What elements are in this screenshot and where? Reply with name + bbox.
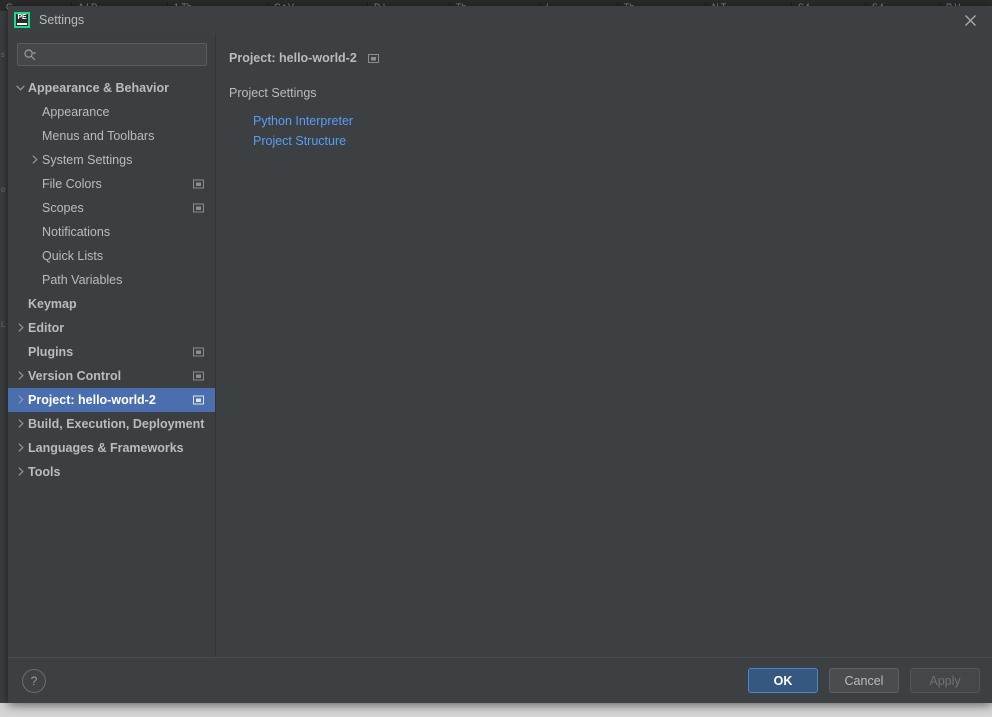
sidebar-item-menus-and-toolbars[interactable]: Menus and Toolbars [8,124,215,148]
sidebar-item-appearance[interactable]: Appearance [8,100,215,124]
sidebar-item-project-hello-world-2[interactable]: Project: hello-world-2 [8,388,215,412]
dialog-body: Appearance & Behavior Appearance Menus and… [8,34,992,657]
dialog-footer: ? OK Cancel Apply [8,657,992,703]
sidebar-item-version-control[interactable]: Version Control [8,364,215,388]
close-icon[interactable] [948,6,992,34]
chevron-right-icon[interactable] [28,155,42,165]
page-title: Project: hello-world-2 [229,51,357,65]
sidebar-item-system-settings[interactable]: System Settings [8,148,215,172]
sidebar-item-label: Languages & Frameworks [28,441,184,455]
backdrop-left-sliver: s o L [0,11,8,703]
sidebar-item-label: Scopes [42,201,84,215]
chevron-right-icon[interactable] [14,467,28,477]
project-scope-badge-icon [193,347,204,358]
sidebar-item-label: Tools [28,465,61,479]
sidebar-item-label: Version Control [28,369,122,383]
sidebar-item-tools[interactable]: Tools [8,460,215,484]
chevron-right-icon[interactable] [14,443,28,453]
settings-sidebar: Appearance & Behavior Appearance Menus and… [8,34,216,657]
search-input[interactable] [37,47,201,62]
sidebar-item-label: System Settings [42,153,133,167]
sidebar-item-label: Keymap [28,297,77,311]
panel-header: Project: hello-world-2 [229,48,976,68]
project-scope-badge-icon [193,179,204,190]
sidebar-item-label: Quick Lists [42,249,104,263]
dialog-title: Settings [39,13,85,27]
link-python-interpreter[interactable]: Python Interpreter [253,111,353,131]
settings-dialog: PE Settings Appearance & Behavior Appear… [8,6,992,703]
chevron-right-icon[interactable] [14,323,28,333]
backdrop-sliver-text: s [1,50,5,59]
cancel-button[interactable]: Cancel [829,668,899,693]
search-icon [24,48,36,60]
help-button[interactable]: ? [22,668,46,693]
link-project-structure[interactable]: Project Structure [253,131,346,151]
backdrop-sliver-text: o [1,185,6,194]
sidebar-item-label: Appearance [42,105,110,119]
project-settings-links: Python Interpreter Project Structure [229,111,976,151]
settings-tree: Appearance & Behavior Appearance Menus and… [8,73,215,657]
pycharm-logo-bar [17,23,27,25]
pycharm-logo-text: PE [17,14,27,21]
sidebar-item-scopes[interactable]: Scopes [8,196,215,220]
sidebar-item-label: File Colors [42,177,102,191]
project-scope-badge-icon [367,53,379,64]
sidebar-item-label: Path Variables [42,273,123,287]
sidebar-item-languages-frameworks[interactable]: Languages & Frameworks [8,436,215,460]
apply-button[interactable]: Apply [910,668,980,693]
project-scope-badge-icon [193,203,204,214]
sidebar-item-label: Project: hello-world-2 [28,393,156,407]
sidebar-item-appearance-behavior[interactable]: Appearance & Behavior [8,76,215,100]
ok-button[interactable]: OK [748,668,818,693]
search-field[interactable] [17,43,207,66]
dialog-titlebar: PE Settings [8,6,992,34]
sidebar-item-label: Appearance & Behavior [28,81,170,95]
search-container [8,34,215,73]
sidebar-item-build-execution-deployment[interactable]: Build, Execution, Deployment [8,412,215,436]
settings-main-panel: Project: hello-world-2 Project Settings … [216,34,992,657]
chevron-right-icon[interactable] [14,395,28,405]
sidebar-item-notifications[interactable]: Notifications [8,220,215,244]
pycharm-logo-icon: PE [14,12,30,28]
sidebar-item-quick-lists[interactable]: Quick Lists [8,244,215,268]
section-title: Project Settings [229,86,317,100]
backdrop-sliver-text: L [1,320,6,329]
sidebar-item-label: Editor [28,321,65,335]
sidebar-item-label: Menus and Toolbars [42,129,155,143]
chevron-right-icon[interactable] [14,419,28,429]
sidebar-item-keymap[interactable]: Keymap [8,292,215,316]
sidebar-item-plugins[interactable]: Plugins [8,340,215,364]
sidebar-item-label: Notifications [42,225,111,239]
sidebar-item-file-colors[interactable]: File Colors [8,172,215,196]
project-scope-badge-icon [193,395,204,406]
project-scope-badge-icon [193,371,204,382]
sidebar-item-path-variables[interactable]: Path Variables [8,268,215,292]
chevron-right-icon[interactable] [14,371,28,381]
sidebar-item-editor[interactable]: Editor [8,316,215,340]
chevron-down-icon[interactable] [14,83,28,93]
sidebar-item-label: Plugins [28,345,74,359]
sidebar-item-label: Build, Execution, Deployment [28,417,205,431]
